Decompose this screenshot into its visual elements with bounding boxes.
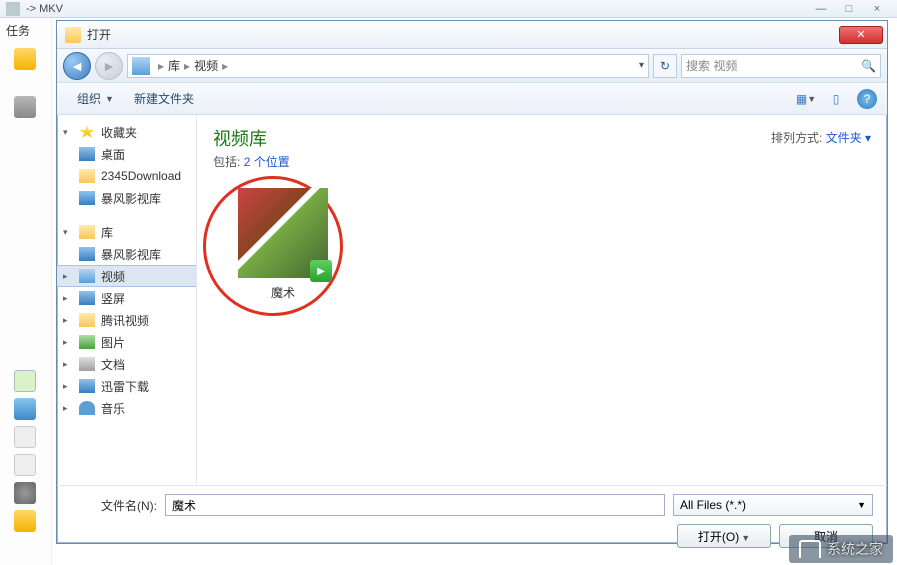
- content-pane: 视频库 包括: 2 个位置 排列方式: 文件夹 ▾ ▶ 魔术: [197, 115, 887, 485]
- video-icon: [79, 269, 95, 283]
- app-icon: [6, 2, 20, 16]
- view-mode-button[interactable]: ▦ ▼: [793, 88, 819, 110]
- watermark-logo-icon: [799, 540, 821, 558]
- breadcrumb-current[interactable]: 视频: [194, 57, 218, 74]
- dialog-close-button[interactable]: ✕: [839, 26, 883, 44]
- library-icon: [79, 191, 95, 205]
- nav-forward-button[interactable]: ►: [95, 52, 123, 80]
- refresh-icon: ↻: [660, 59, 670, 73]
- filename-input[interactable]: [165, 494, 665, 516]
- star-icon: [79, 125, 95, 139]
- watermark-text: 系统之家: [827, 539, 883, 559]
- breadcrumb-root[interactable]: 库: [168, 57, 180, 74]
- sidebar-folder-icon[interactable]: [14, 48, 36, 70]
- video-thumbnail: ▶: [238, 188, 328, 278]
- dialog-icon: [65, 27, 81, 43]
- folder-icon: [79, 169, 95, 183]
- parent-minimize[interactable]: —: [807, 3, 835, 15]
- parent-task-label: 任务: [0, 18, 51, 42]
- parent-close[interactable]: ×: [863, 3, 891, 15]
- music-icon: [79, 401, 95, 415]
- organize-button[interactable]: 组织▼: [67, 87, 124, 111]
- breadcrumb[interactable]: ▸ 库 ▸ 视频 ▸ ▾: [127, 54, 649, 78]
- filename-label: 文件名(N):: [71, 497, 157, 514]
- filetype-dropdown[interactable]: All Files (*.*)▼: [673, 494, 873, 516]
- parent-titlebar: -> MKV — □ ×: [0, 0, 897, 18]
- tree-item-download[interactable]: 2345Download: [57, 165, 196, 187]
- open-button[interactable]: 打开(O)▼: [677, 524, 771, 548]
- tree-item-lib-1[interactable]: ▸视频: [57, 265, 196, 287]
- dialog-footer: 文件名(N): All Files (*.*)▼ 打开(O)▼ 取消: [57, 485, 887, 543]
- tree-item-lib-3[interactable]: ▸腾讯视频: [57, 309, 196, 331]
- dialog-titlebar: 打开 ✕: [57, 21, 887, 49]
- tree-item-lib-2[interactable]: ▸竖屏: [57, 287, 196, 309]
- favorites-group[interactable]: ▾收藏夹: [57, 121, 196, 143]
- document-icon: [79, 357, 95, 371]
- play-overlay-icon: ▶: [310, 260, 332, 282]
- search-placeholder: 搜索 视频: [686, 57, 737, 74]
- tree-item-lib-6[interactable]: ▸迅雷下载: [57, 375, 196, 397]
- sidebar-photo-icon[interactable]: [14, 398, 36, 420]
- help-button[interactable]: ?: [857, 89, 877, 109]
- sidebar-disc-icon[interactable]: [14, 454, 36, 476]
- library-icon: [79, 291, 95, 305]
- watermark: 系统之家: [789, 535, 893, 563]
- desktop-icon: [79, 147, 95, 161]
- file-open-dialog: 打开 ✕ ◄ ► ▸ 库 ▸ 视频 ▸ ▾ ↻ 搜索 视频 🔍 组织▼ 新建文件…: [56, 20, 888, 544]
- libraries-group[interactable]: ▾库: [57, 221, 196, 243]
- library-subtitle: 包括: 2 个位置: [213, 153, 871, 170]
- parent-title: -> MKV: [26, 3, 63, 15]
- nav-bar: ◄ ► ▸ 库 ▸ 视频 ▸ ▾ ↻ 搜索 视频 🔍: [57, 49, 887, 83]
- refresh-button[interactable]: ↻: [653, 54, 677, 78]
- tree-item-lib-5[interactable]: ▸文档: [57, 353, 196, 375]
- parent-sidebar: 任务: [0, 18, 52, 565]
- sidebar-film-icon[interactable]: [14, 96, 36, 118]
- download-icon: [79, 379, 95, 393]
- tree-item-desktop[interactable]: 桌面: [57, 143, 196, 165]
- toolbar: 组织▼ 新建文件夹 ▦ ▼ ▯ ?: [57, 83, 887, 115]
- library-icon: [79, 247, 95, 261]
- dialog-title: 打开: [87, 26, 839, 43]
- libraries-icon: [79, 225, 95, 239]
- file-item[interactable]: ▶ 魔术: [213, 188, 353, 301]
- tree-item-lib-4[interactable]: ▸图片: [57, 331, 196, 353]
- preview-pane-button[interactable]: ▯: [823, 88, 849, 110]
- search-input[interactable]: 搜索 视频 🔍: [681, 54, 881, 78]
- new-folder-button[interactable]: 新建文件夹: [124, 87, 204, 111]
- sidebar-music-icon[interactable]: [14, 370, 36, 392]
- sidebar-doc-icon[interactable]: [14, 426, 36, 448]
- breadcrumb-icon: [132, 57, 150, 75]
- tree-item-lib-7[interactable]: ▸音乐: [57, 397, 196, 419]
- sidebar-gear-icon[interactable]: [14, 482, 36, 504]
- tree-item-lib-0[interactable]: 暴风影视库: [57, 243, 196, 265]
- sort-dropdown[interactable]: 文件夹 ▾: [826, 131, 871, 145]
- sidebar-folder2-icon[interactable]: [14, 510, 36, 532]
- folder-icon: [79, 313, 95, 327]
- tree-sidebar: ▾收藏夹 桌面 2345Download 暴风影视库 ▾库 暴风影视库 ▸视频 …: [57, 115, 197, 485]
- picture-icon: [79, 335, 95, 349]
- sort-control: 排列方式: 文件夹 ▾: [771, 129, 871, 146]
- parent-maximize[interactable]: □: [835, 3, 863, 15]
- nav-back-button[interactable]: ◄: [63, 52, 91, 80]
- locations-link[interactable]: 2 个位置: [244, 155, 290, 169]
- file-label: 魔术: [213, 284, 353, 301]
- search-icon: 🔍: [861, 59, 876, 73]
- tree-item-baofeng[interactable]: 暴风影视库: [57, 187, 196, 209]
